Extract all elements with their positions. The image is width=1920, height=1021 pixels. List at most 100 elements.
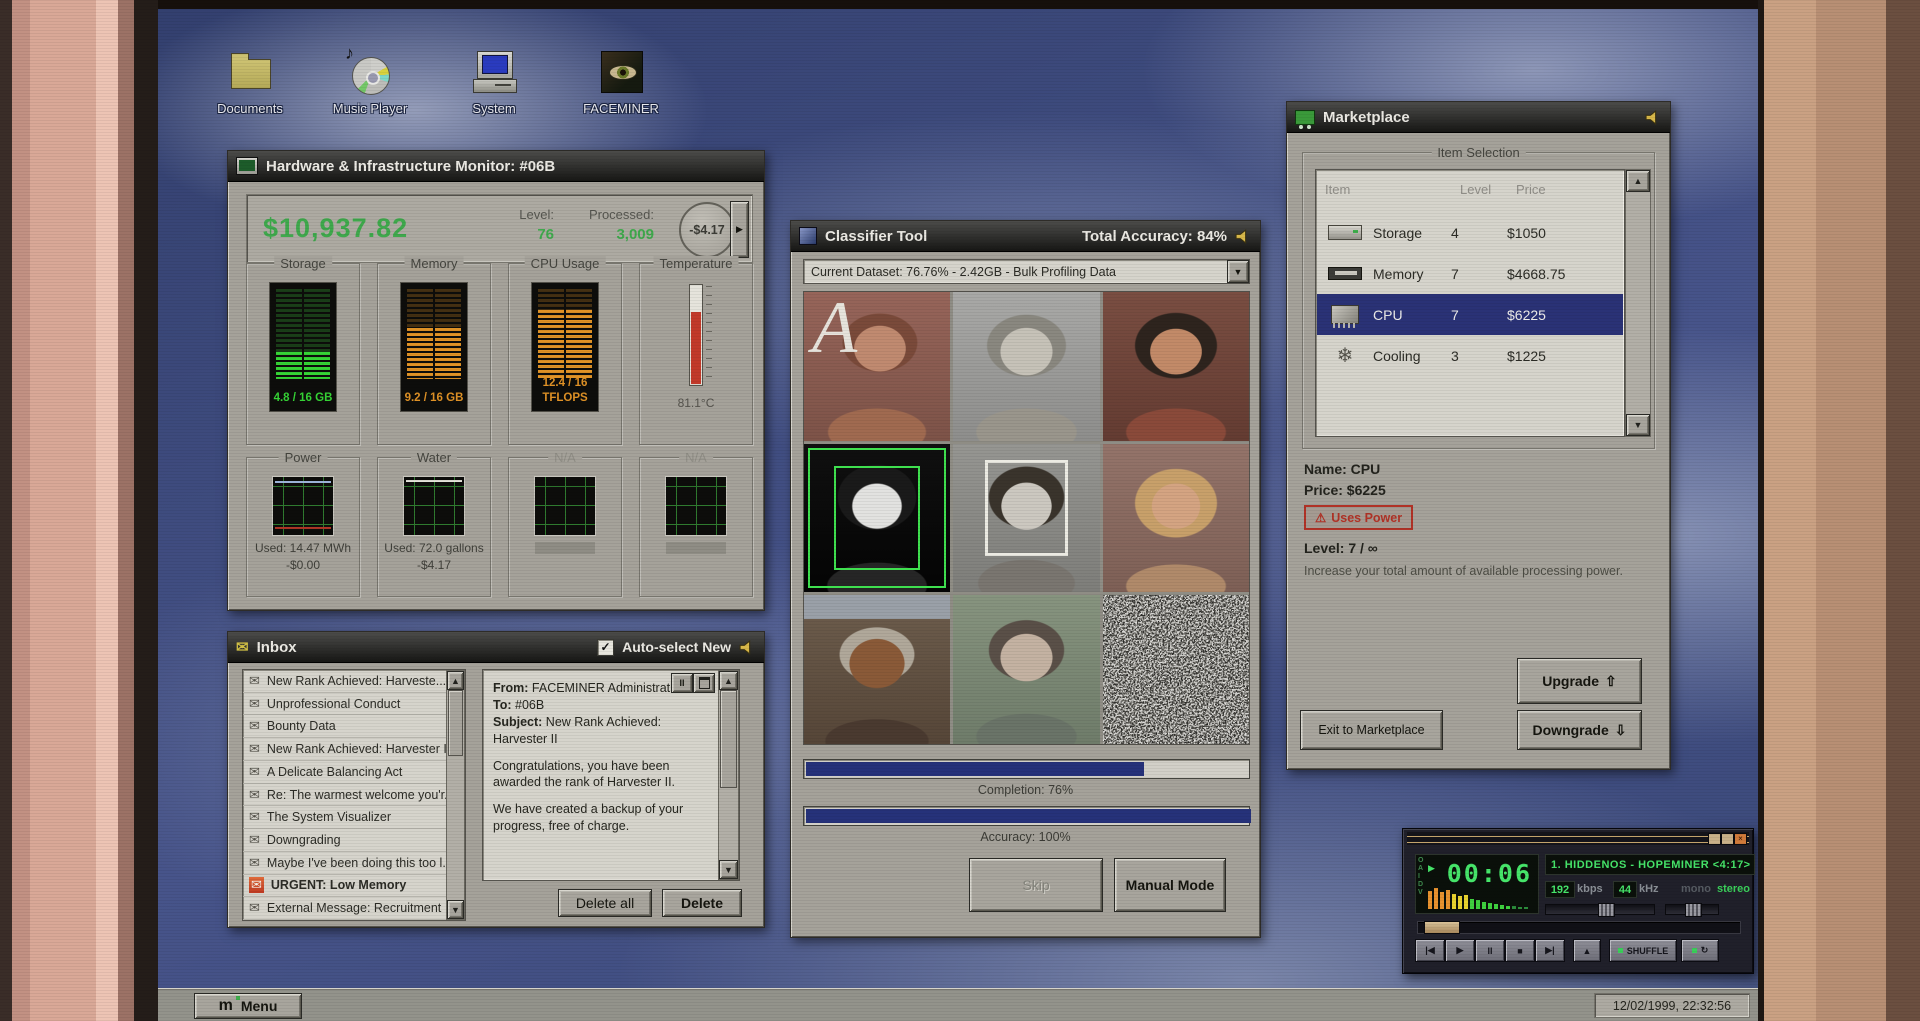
- list-item[interactable]: ✉ Re: The warmest welcome you'r...: [243, 784, 446, 807]
- unused-meter-1: N/A: [508, 450, 622, 597]
- clutterbar[interactable]: OAIDV: [1418, 857, 1423, 896]
- item-row-cooling[interactable]: ❄ Cooling 3 $1225: [1317, 335, 1623, 376]
- water-meter: Water Used: 72.0 gallons -$4.17: [377, 450, 491, 597]
- marketplace-titlebar[interactable]: Marketplace: [1287, 102, 1670, 133]
- face-image-3[interactable]: [1102, 292, 1249, 441]
- scroll-up-button[interactable]: ▲: [447, 671, 464, 690]
- list-item[interactable]: ✉ New Rank Achieved: Harveste...: [243, 670, 446, 693]
- detail-price: Price: $6225: [1304, 482, 1386, 498]
- list-item[interactable]: ✉ A Delicate Balancing Act: [243, 761, 446, 784]
- scroll-down-button[interactable]: ▼: [1626, 414, 1650, 436]
- item-list-scrollbar[interactable]: ▲ ▼: [1625, 169, 1651, 437]
- hardware-monitor-titlebar[interactable]: Hardware & Infrastructure Monitor: #06B: [228, 151, 764, 182]
- track-title-display: 1. HIDDENOS - HOPEMINER <4:17>: [1545, 854, 1755, 875]
- inbox-titlebar[interactable]: ✉ Inbox ✓ Auto-select New: [228, 632, 764, 663]
- mail-icon: ✉: [249, 854, 260, 870]
- auto-select-label: Auto-select New: [622, 639, 731, 655]
- list-item[interactable]: ✉ Downgrading: [243, 829, 446, 852]
- manual-mode-button[interactable]: Manual Mode: [1114, 858, 1226, 912]
- delete-button[interactable]: Delete: [662, 889, 742, 917]
- inbox-list-scrollbar[interactable]: ▲ ▼: [446, 670, 465, 920]
- auto-select-checkbox[interactable]: ✓: [597, 638, 615, 656]
- dropdown-arrow-button[interactable]: ▼: [1227, 260, 1249, 283]
- start-menu-button[interactable]: m Menu: [194, 993, 302, 1019]
- list-item[interactable]: ✉ New Rank Achieved: Harvester I: [243, 738, 446, 761]
- scroll-down-button[interactable]: ▼: [447, 900, 464, 919]
- pause-button[interactable]: II: [1475, 939, 1505, 962]
- upgrade-button[interactable]: Upgrade ⇧: [1517, 658, 1642, 704]
- volume-slider[interactable]: [1545, 903, 1655, 917]
- minimize-icon[interactable]: [1708, 833, 1721, 845]
- list-item[interactable]: ✉ Unprofessional Conduct: [243, 693, 446, 716]
- scroll-up-button[interactable]: ▲: [719, 671, 738, 690]
- delete-all-button[interactable]: Delete all: [558, 889, 652, 917]
- skip-button[interactable]: Skip: [969, 858, 1103, 912]
- desktop-icon-faceminer[interactable]: FACEMINER: [573, 49, 669, 116]
- desktop-icon-documents[interactable]: Documents: [202, 49, 298, 116]
- up-arrow-icon: ⇧: [1605, 672, 1617, 689]
- eject-button[interactable]: ▲: [1573, 939, 1601, 962]
- tick-advance-button[interactable]: ▶: [730, 201, 749, 258]
- face-image-2[interactable]: [953, 292, 1100, 441]
- cpu-gauge: CPU Usage 12.4 / 16 TFLOPS: [508, 256, 622, 445]
- desktop-icon-music-player[interactable]: ♪ Music Player: [322, 43, 418, 116]
- speaker-icon[interactable]: [1235, 228, 1252, 244]
- mail-icon: ✉: [249, 900, 260, 916]
- face-image-8[interactable]: [953, 595, 1100, 744]
- warning-icon: ⚠: [1315, 511, 1327, 525]
- face-image-6[interactable]: [1102, 443, 1249, 593]
- message-scrollbar[interactable]: ▲ ▼: [718, 670, 739, 880]
- repeat-button[interactable]: ↻: [1681, 939, 1719, 962]
- next-button[interactable]: ▶|: [1535, 939, 1565, 962]
- stop-button[interactable]: ■: [1505, 939, 1535, 962]
- face-image-9-static[interactable]: [1102, 595, 1249, 744]
- mail-icon: ✉: [249, 672, 260, 688]
- speaker-icon[interactable]: [1645, 109, 1662, 125]
- list-item[interactable]: ✉ The System Visualizer: [243, 806, 446, 830]
- desktop-icon-system[interactable]: System: [446, 49, 542, 116]
- player-titlebar[interactable]: [1407, 832, 1749, 845]
- popout-button[interactable]: [693, 673, 715, 693]
- classifier-titlebar[interactable]: Classifier Tool Total Accuracy: 84%: [791, 221, 1260, 252]
- list-item[interactable]: ✉ External Message: Recruitment: [243, 897, 446, 920]
- item-row-memory[interactable]: Memory 7 $4668.75: [1317, 253, 1623, 294]
- desktop-icon-label: System: [472, 101, 516, 116]
- mail-icon: ✉: [249, 741, 260, 757]
- memory-gauge: Memory 9.2 / 16 GB: [377, 256, 491, 445]
- elapsed-time: 00:06: [1446, 859, 1532, 888]
- pause-ticker-button[interactable]: II: [671, 673, 693, 693]
- dataset-dropdown[interactable]: Current Dataset: 76.76% - 2.42GB - Bulk …: [803, 259, 1250, 284]
- seek-handle[interactable]: [1424, 921, 1460, 934]
- face-image-5[interactable]: [953, 443, 1100, 593]
- temperature-gauge: Temperature 81.1°C: [639, 256, 753, 445]
- seek-bar[interactable]: [1417, 921, 1741, 934]
- memory-fill: [407, 327, 461, 379]
- shuffle-button[interactable]: SHUFFLE: [1609, 939, 1677, 962]
- speaker-icon[interactable]: [739, 639, 756, 655]
- balance-slider[interactable]: [1665, 903, 1719, 917]
- shade-icon[interactable]: [1721, 833, 1734, 845]
- inbox-message-list: ✉ New Rank Achieved: Harveste... ✉ Unprofe…: [242, 669, 466, 921]
- list-item[interactable]: ✉ Bounty Data: [243, 715, 446, 739]
- close-icon[interactable]: ×: [1734, 833, 1747, 845]
- crt-monitor-photo: Documents ♪ Music Player System FACEMINE…: [0, 0, 1920, 1021]
- item-row-storage[interactable]: Storage 4 $1050: [1317, 212, 1623, 253]
- downgrade-button[interactable]: Downgrade ⇩: [1517, 710, 1642, 750]
- list-item[interactable]: ✉ Maybe I've been doing this too l...: [243, 852, 446, 875]
- scroll-up-button[interactable]: ▲: [1626, 170, 1650, 192]
- face-image-4-selected[interactable]: [804, 443, 951, 593]
- exit-to-marketplace-button[interactable]: Exit to Marketplace: [1300, 710, 1443, 750]
- face-image-1[interactable]: A: [804, 292, 951, 441]
- play-button[interactable]: ▶: [1445, 939, 1475, 962]
- window-glyph: [698, 677, 710, 689]
- scroll-down-button[interactable]: ▼: [719, 860, 738, 879]
- item-row-cpu-selected[interactable]: CPU 7 $6225: [1317, 294, 1623, 335]
- previous-button[interactable]: |◀: [1415, 939, 1445, 962]
- scrollbar-thumb[interactable]: [720, 690, 737, 788]
- hardware-monitor-window: Hardware & Infrastructure Monitor: #06B …: [227, 150, 765, 611]
- scrollbar-thumb[interactable]: [448, 690, 463, 756]
- list-item-urgent[interactable]: ✉ URGENT: Low Memory: [243, 875, 446, 898]
- mail-icon: ✉: [249, 786, 260, 802]
- face-image-7[interactable]: [804, 595, 951, 744]
- repeat-led: [1691, 948, 1697, 953]
